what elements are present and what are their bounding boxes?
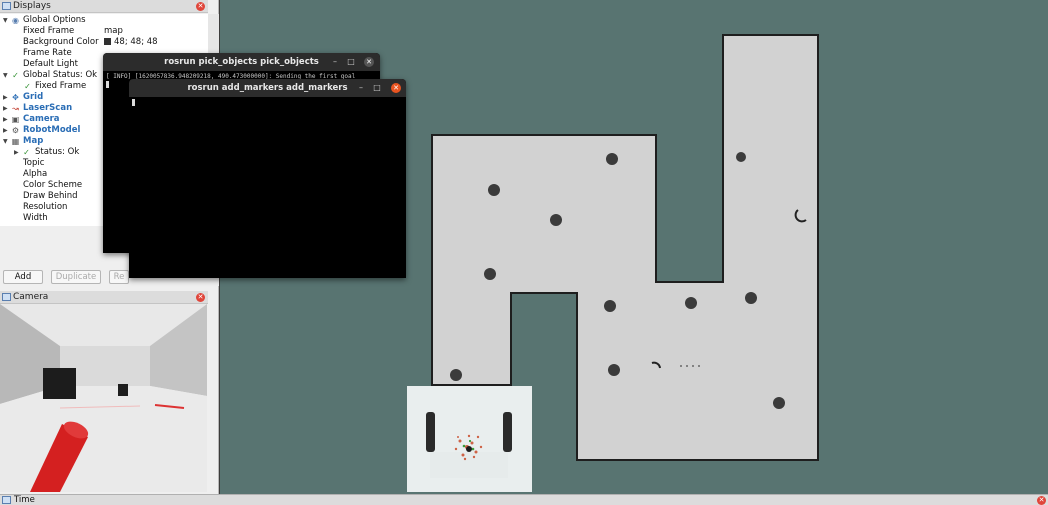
add-button[interactable]: Add xyxy=(3,270,43,284)
maximize-icon[interactable]: □ xyxy=(372,83,382,93)
tree-item-label: LaserScan xyxy=(23,103,73,113)
color-swatch xyxy=(104,38,111,45)
camera-icon: ▣ xyxy=(11,115,20,124)
tree-item-label: Background Color xyxy=(23,37,99,47)
rename-button[interactable]: Re xyxy=(109,270,129,284)
terminal-output[interactable] xyxy=(129,97,406,278)
tree-item-label: Frame Rate xyxy=(23,48,72,58)
chevron-right-icon[interactable]: ▶ xyxy=(14,147,19,158)
check-icon: ✓ xyxy=(24,82,31,91)
text-cursor xyxy=(106,81,109,88)
map-icon: ▦ xyxy=(11,137,20,146)
chevron-right-icon[interactable]: ▶ xyxy=(3,125,8,136)
globe-icon: ◉ xyxy=(12,16,19,25)
close-icon[interactable]: ✕ xyxy=(196,2,205,11)
time-icon xyxy=(2,496,11,504)
camera-panel-icon xyxy=(2,293,11,301)
check-icon: ✓ xyxy=(12,71,19,80)
chevron-down-icon[interactable]: ▼ xyxy=(3,15,8,26)
tree-item-label: Global Status: Ok xyxy=(23,70,98,80)
tree-item-global-options[interactable]: ▼ ◉ Global Options xyxy=(0,15,208,26)
chevron-right-icon[interactable]: ▶ xyxy=(3,114,8,125)
tree-item-label: Default Light xyxy=(23,59,78,69)
tree-item-label: RobotModel xyxy=(23,125,81,135)
tree-item-background-color[interactable]: Background Color 48; 48; 48 xyxy=(0,37,208,48)
text-cursor xyxy=(132,99,135,106)
terminal-add-markers[interactable]: rosrun add_markers add_markers – □ ✕ xyxy=(129,79,406,278)
tree-item-label: Grid xyxy=(23,92,44,102)
displays-panel-title: Displays xyxy=(13,1,51,11)
close-icon[interactable]: ✕ xyxy=(1037,496,1046,505)
minimize-icon[interactable]: – xyxy=(330,57,340,67)
tree-item-label: Color Scheme xyxy=(23,180,83,190)
close-icon[interactable]: ✕ xyxy=(196,293,205,302)
tree-item-label: Resolution xyxy=(23,202,68,212)
minimize-icon[interactable]: – xyxy=(356,83,366,93)
laser-icon: ↝ xyxy=(12,104,19,113)
camera-image xyxy=(0,304,207,492)
displays-icon xyxy=(2,2,11,10)
tree-item-label: Alpha xyxy=(23,169,48,179)
fixed-frame-value[interactable]: map xyxy=(104,26,123,37)
background-color-text: 48; 48; 48 xyxy=(114,37,158,47)
background-color-value[interactable]: 48; 48; 48 xyxy=(104,37,158,48)
time-panel: Time ✕ xyxy=(0,494,1048,505)
chevron-down-icon[interactable]: ▼ xyxy=(3,136,8,147)
maximize-icon[interactable]: □ xyxy=(346,57,356,67)
tree-item-label: Topic xyxy=(23,158,45,168)
robot-local-costmap xyxy=(407,386,532,492)
tree-item-label: Map xyxy=(23,136,44,146)
close-icon[interactable]: ✕ xyxy=(391,83,401,93)
time-panel-title: Time xyxy=(14,495,35,505)
camera-view xyxy=(0,304,207,492)
camera-panel-header: Camera ✕ xyxy=(0,291,208,304)
camera-panel-title: Camera xyxy=(13,292,49,302)
tree-item-label: Fixed Frame xyxy=(35,81,87,91)
tree-item-label: Status: Ok xyxy=(35,147,80,157)
tree-item-label: Width xyxy=(23,213,48,223)
robot-icon: ⚙ xyxy=(11,126,20,135)
check-icon: ✓ xyxy=(23,148,30,157)
chevron-right-icon[interactable]: ▶ xyxy=(3,103,8,114)
tree-item-label: Camera xyxy=(23,114,60,124)
duplicate-button[interactable]: Duplicate xyxy=(51,270,101,284)
terminal-titlebar[interactable]: rosrun pick_objects pick_objects – □ ✕ xyxy=(103,53,380,71)
tree-item-label: Fixed Frame xyxy=(23,26,75,36)
chevron-down-icon[interactable]: ▼ xyxy=(3,70,8,81)
tree-item-label: Global Options xyxy=(23,15,86,25)
grid-icon: ✥ xyxy=(12,93,19,102)
chevron-right-icon[interactable]: ▶ xyxy=(3,92,8,103)
tree-item-label: Draw Behind xyxy=(23,191,78,201)
close-icon[interactable]: ✕ xyxy=(364,57,374,67)
displays-panel-header: Displays ✕ xyxy=(0,0,208,13)
terminal-titlebar[interactable]: rosrun add_markers add_markers – □ ✕ xyxy=(129,79,406,97)
tree-item-fixed-frame[interactable]: Fixed Frame map xyxy=(0,26,208,37)
rviz-window: Displays ✕ ▼ ◉ Global Options Fixed Fram… xyxy=(0,0,1048,505)
